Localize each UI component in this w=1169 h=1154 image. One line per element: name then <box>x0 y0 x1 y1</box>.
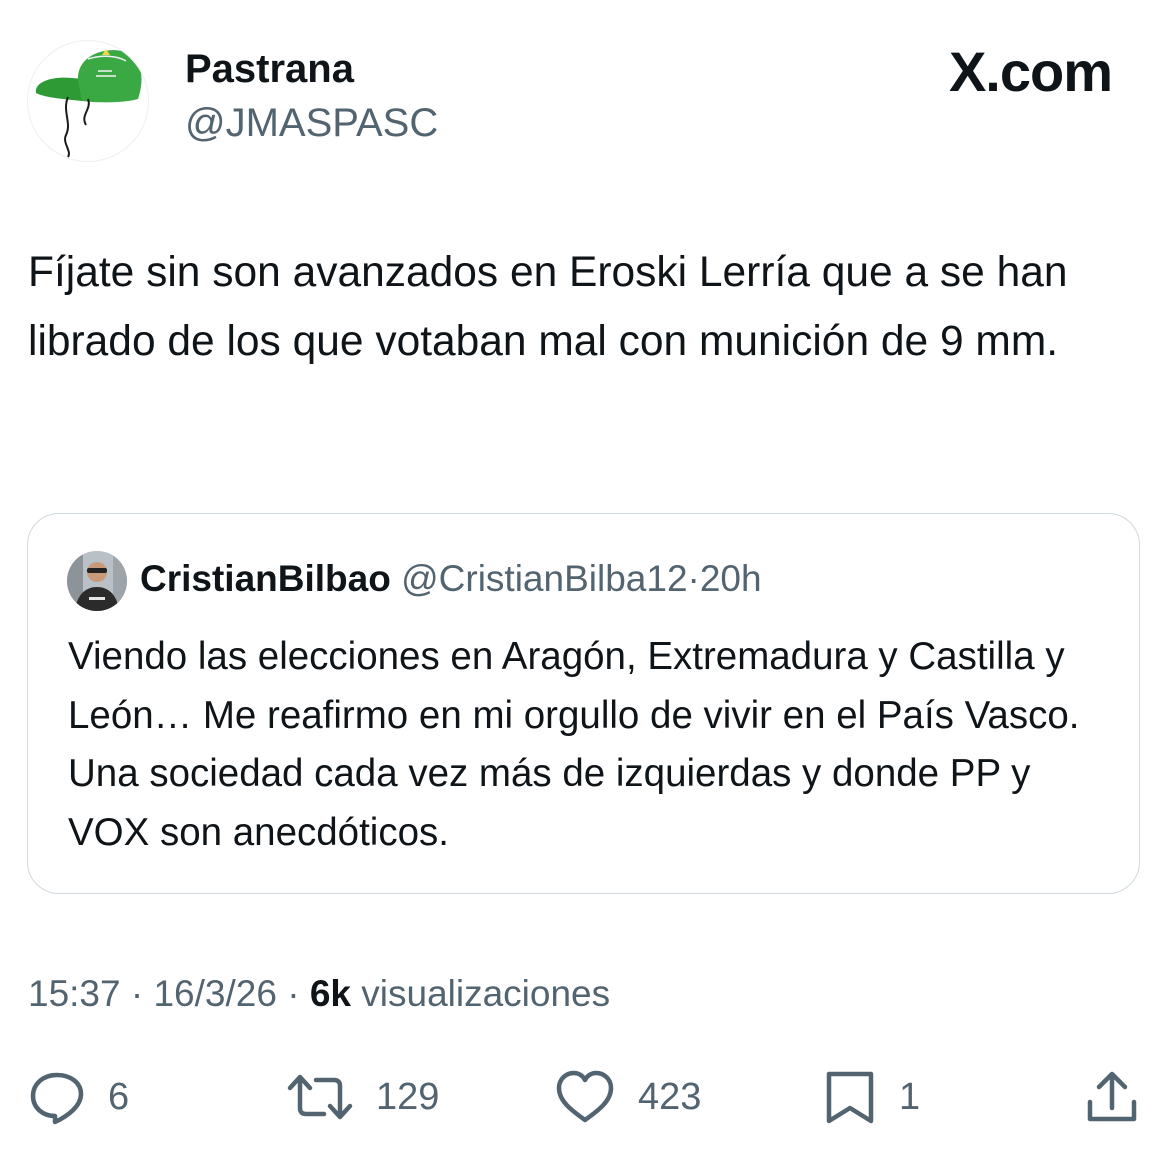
views-count: 6k <box>309 973 351 1014</box>
tweet-date[interactable]: 16/3/26 <box>153 973 276 1014</box>
heart-icon <box>556 1070 614 1123</box>
author-display-name[interactable]: Pastrana <box>185 46 354 92</box>
retweet-count: 129 <box>376 1076 440 1118</box>
bookmark-icon <box>826 1071 874 1124</box>
retweet-icon <box>287 1074 353 1120</box>
reply-button[interactable]: 6 <box>28 1068 129 1126</box>
bookmark-button[interactable]: 1 <box>823 1068 920 1126</box>
views-label: visualizaciones <box>361 973 611 1014</box>
tweet-meta: 15:37 · 16/3/26 · 6k visualizaciones <box>28 968 610 1020</box>
quoted-time[interactable]: 20h <box>700 558 762 599</box>
author-handle[interactable]: @JMASPASC <box>185 100 438 146</box>
tweet-text: Fíjate sin son avanzados en Eroski Lerrí… <box>28 249 1068 365</box>
retweet-button[interactable]: 129 <box>286 1068 439 1126</box>
share-icon <box>1087 1071 1137 1122</box>
quoted-author-avatar[interactable] <box>67 551 127 611</box>
like-button[interactable]: 423 <box>554 1068 701 1126</box>
site-label: X.com <box>948 40 1113 103</box>
person-photo-icon <box>67 551 127 611</box>
meta-separator-2: · <box>287 973 300 1014</box>
bookmark-count: 1 <box>899 1076 921 1118</box>
tweet-time[interactable]: 15:37 <box>28 973 121 1014</box>
quoted-separator: · <box>687 558 700 599</box>
green-cap-icon <box>35 49 142 158</box>
share-button[interactable] <box>1083 1068 1141 1126</box>
meta-separator-1: · <box>130 973 144 1014</box>
quoted-display-name[interactable]: CristianBilbao <box>140 558 391 599</box>
like-count: 423 <box>638 1076 702 1118</box>
quoted-tweet-card[interactable]: CristianBilbao @CristianBilba12·20h Vien… <box>27 513 1140 894</box>
quoted-tweet-text: Viendo las elecciones en Aragón, Extrema… <box>68 635 1080 854</box>
reply-icon <box>30 1072 84 1125</box>
quoted-handle[interactable]: @CristianBilba12 <box>401 558 687 599</box>
author-avatar[interactable] <box>27 40 149 162</box>
quoted-header: CristianBilbao @CristianBilba12·20h <box>140 556 762 602</box>
reply-count: 6 <box>108 1076 130 1118</box>
